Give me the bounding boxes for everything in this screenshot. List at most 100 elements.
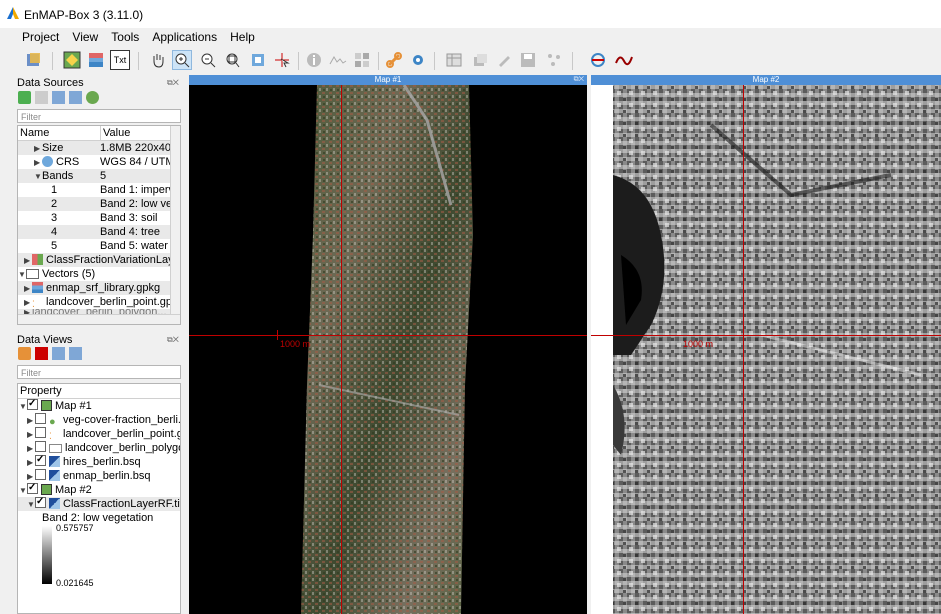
link-icon[interactable] [384, 50, 404, 70]
row-label: 1 [51, 184, 58, 196]
hires-raster-image [301, 85, 473, 614]
row-value: Band 5: water [100, 240, 168, 252]
column-name[interactable]: Name [18, 126, 100, 140]
pan-icon[interactable] [148, 50, 168, 70]
table-icon[interactable] [444, 50, 464, 70]
map-2-crosshair-vertical [743, 85, 744, 614]
spectral-library-icon [32, 282, 43, 293]
row-label: Bands [42, 170, 74, 182]
new-text-view-icon[interactable]: Txt [110, 50, 130, 70]
map-1-float-close-buttons[interactable]: ⧉✕ [574, 75, 584, 85]
expand-icon[interactable] [69, 91, 82, 104]
spectral-profile-icon[interactable] [328, 50, 348, 70]
raster-icon [49, 470, 60, 481]
tree-row-band-4[interactable]: 4 Band 4: tree [18, 225, 180, 239]
tree-row-crs[interactable]: ▶ CRS WGS 84 / UTM ... [18, 155, 180, 169]
map-2-canvas[interactable]: 1000 m [591, 85, 941, 614]
checkbox[interactable] [35, 469, 46, 480]
tree-row-bands[interactable]: ▼Bands 5 [18, 169, 180, 183]
column-value[interactable]: Value [100, 126, 173, 140]
new-spectral-library-icon[interactable] [86, 50, 106, 70]
menu-project[interactable]: Project [22, 28, 59, 46]
tree-row-point-gpkg[interactable]: ▶ ⁚ landcover_berlin_point.gpkg [18, 295, 180, 309]
tree-row-vectors[interactable]: ▼ Vectors (5) [18, 267, 180, 281]
save-icon[interactable] [518, 50, 538, 70]
zoom-full-icon[interactable] [222, 50, 242, 70]
collapse-icon[interactable] [52, 347, 65, 360]
item-label: enmap_berlin.bsq [63, 470, 151, 482]
view-item-class-fraction[interactable]: ▼ClassFractionLayerRF.tif [18, 495, 180, 511]
add-icon[interactable] [18, 91, 31, 104]
map-1-title: Map #1 [374, 75, 402, 84]
raster-icon [49, 498, 60, 509]
row-value: Band 1: impervi... [100, 184, 181, 196]
view-item-enmap[interactable]: ▶ enmap_berlin.bsq [18, 469, 180, 483]
row-value: 1.8MB 220x400x... [100, 142, 180, 154]
classification-icon[interactable] [588, 50, 608, 70]
panel-float-close-buttons[interactable]: ⧉✕ [167, 335, 183, 345]
zoom-out-icon[interactable] [198, 50, 218, 70]
tree-row-band-5[interactable]: 5 Band 5: water [18, 239, 180, 253]
identify-icon[interactable] [304, 50, 324, 70]
checkbox[interactable] [27, 397, 38, 411]
map-1-titlebar[interactable]: Map #1 ⧉✕ [189, 75, 587, 85]
tree-row-band-1[interactable]: 1 Band 1: impervi... [18, 183, 180, 197]
spectrum-icon[interactable] [614, 50, 634, 70]
data-sources-vertical-scrollbar[interactable] [170, 126, 180, 316]
menu-view[interactable]: View [72, 28, 98, 46]
points-icon[interactable] [544, 50, 564, 70]
view-item-point[interactable]: ▶ ⁚ landcover_berlin_point.g... [18, 427, 180, 441]
column-property[interactable]: Property [18, 384, 62, 398]
class-fraction-raster-image [591, 85, 941, 614]
new-map-icon[interactable] [62, 50, 82, 70]
checkbox[interactable] [35, 441, 46, 452]
row-label: enmap_srf_library.gpkg [46, 282, 161, 294]
tree-row-band-2[interactable]: 2 Band 2: low veg... [18, 197, 180, 211]
menu-applications[interactable]: Applications [152, 28, 217, 46]
tree-row-band-3[interactable]: 3 Band 3: soil [18, 211, 180, 225]
move-icon[interactable] [470, 50, 490, 70]
expand-icon[interactable] [69, 347, 82, 360]
view-item-map-1[interactable]: ▼Map #1 [18, 397, 180, 413]
tree-row-srf-library[interactable]: ▶ enmap_srf_library.gpkg [18, 281, 180, 295]
menu-help[interactable]: Help [230, 28, 255, 46]
data-sources-filter-input[interactable]: Filter [17, 109, 181, 123]
view-item-veg-cover[interactable]: ▶ ● veg-cover-fraction_berli... [18, 413, 180, 428]
panel-float-close-buttons[interactable]: ⧉✕ [167, 78, 183, 88]
map-1-canvas[interactable]: 1000 m [189, 85, 587, 614]
remove-icon[interactable] [35, 91, 48, 104]
add-data-source-icon[interactable] [24, 50, 44, 70]
brush-icon[interactable] [18, 347, 31, 360]
data-sources-tree: Name Value ▶Size 1.8MB 220x400x... ▶CRS … [17, 125, 181, 325]
checkbox[interactable] [35, 413, 46, 424]
settings-icon[interactable] [408, 50, 428, 70]
data-views-filter-input[interactable]: Filter [17, 365, 181, 379]
tree-header: Name Value [18, 126, 180, 141]
tree-row-class-fraction-layer[interactable]: ▶ ClassFractionVariationLayer... [18, 253, 180, 267]
raster-icon [49, 456, 60, 467]
zoom-in-icon[interactable] [172, 50, 192, 70]
menu-tools[interactable]: Tools [111, 28, 139, 46]
tree-row-size[interactable]: ▶Size 1.8MB 220x400x... [18, 141, 180, 155]
select-icon[interactable] [272, 50, 292, 70]
checkbox[interactable] [35, 453, 46, 467]
map-icon [41, 484, 52, 495]
zoom-native-icon[interactable] [248, 50, 268, 70]
edit-icon[interactable] [494, 50, 514, 70]
view-item-hires[interactable]: ▶hires_berlin.bsq [18, 453, 180, 469]
data-sources-horizontal-scrollbar[interactable] [18, 314, 180, 324]
enmap-logo-icon [6, 6, 20, 23]
row-label: landcover_berlin_point.gpkg [46, 296, 181, 308]
checkbox[interactable] [35, 427, 46, 438]
map-icon [41, 400, 52, 411]
layers-icon[interactable] [352, 50, 372, 70]
checkbox[interactable] [27, 481, 38, 495]
txt-label: Txt [113, 55, 127, 65]
checkbox[interactable] [35, 495, 46, 509]
refresh-icon[interactable] [86, 91, 99, 104]
remove-view-icon[interactable] [35, 347, 48, 360]
map-2-titlebar[interactable]: Map #2 [591, 75, 941, 85]
raster-icon [32, 254, 43, 265]
collapse-icon[interactable] [52, 91, 65, 104]
map-1-crosshair-horizontal [189, 335, 587, 336]
